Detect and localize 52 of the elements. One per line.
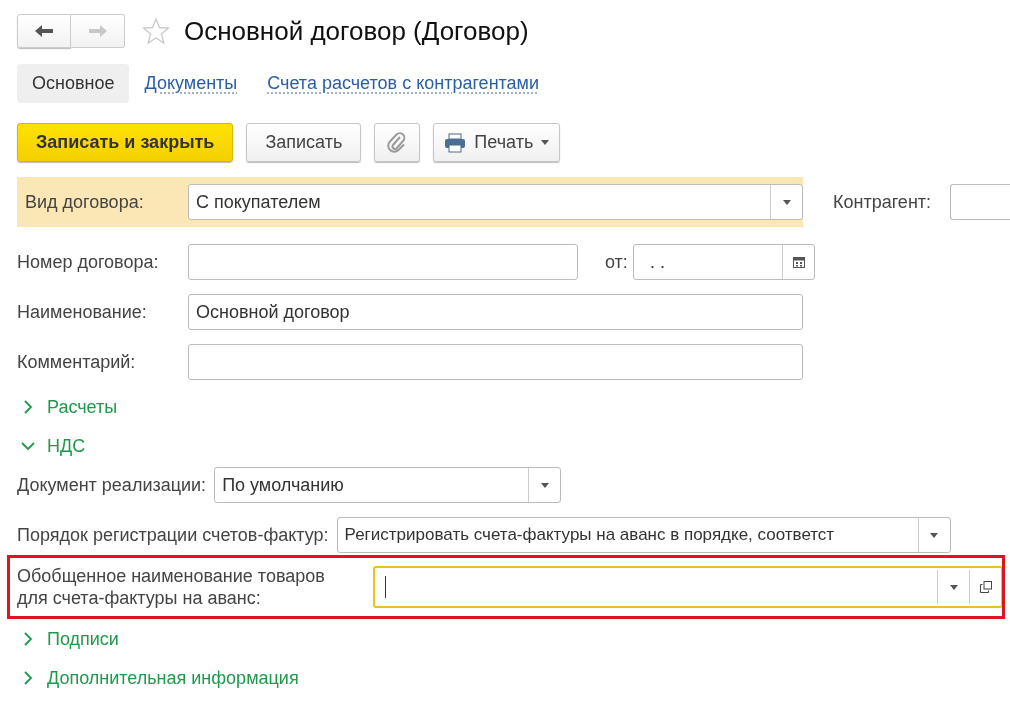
tab[interactable]: Основное xyxy=(17,63,130,103)
field-label: Комментарий: xyxy=(17,351,137,373)
calendar-icon xyxy=(792,256,805,268)
field-label: Контрагент: xyxy=(833,191,933,213)
attach-button[interactable] xyxy=(374,123,421,162)
chevron-right-icon xyxy=(21,400,35,414)
section-toggle[interactable]: Дополнительная информация xyxy=(17,663,1010,693)
paperclip-icon xyxy=(387,131,408,154)
caret-icon xyxy=(949,584,958,590)
caret-icon xyxy=(930,532,939,538)
printer-icon xyxy=(444,132,467,153)
number-field[interactable] xyxy=(188,244,578,280)
dropdown-field[interactable]: Регистрировать счета-фактуры на аванс в порядке, соответст xyxy=(336,517,951,553)
caret-icon xyxy=(782,199,791,205)
caret-icon xyxy=(541,140,550,145)
chevron-down-icon xyxy=(21,439,35,453)
section-toggle[interactable]: Подписи xyxy=(17,624,1010,654)
chevron-right-icon xyxy=(21,671,35,685)
field-value: Регистрировать счета-фактуры на аванс в порядке, соответст xyxy=(343,525,836,545)
field-value: . . xyxy=(649,251,666,273)
open-window-icon xyxy=(979,581,992,593)
window-title: Основной договор (Договор) xyxy=(184,15,529,47)
name-field[interactable]: Основной договор xyxy=(188,294,803,330)
field-label: Вид договора: xyxy=(24,191,145,213)
print-button[interactable]: Печать xyxy=(433,123,561,162)
section-toggle[interactable]: Расчеты xyxy=(17,392,1010,422)
contract-type-dropdown[interactable]: С покупателем xyxy=(188,184,803,220)
field-value: По умолчанию xyxy=(221,474,345,496)
field-value: С покупателем xyxy=(195,191,322,213)
field-label: Обобщенное наименование товаров для счета-фактуры на аванс: xyxy=(17,565,326,609)
section-toggle[interactable]: НДС xyxy=(17,431,1010,461)
save-and-close-button[interactable]: Записать и закрыть xyxy=(17,123,234,162)
save-button[interactable]: Записать xyxy=(246,123,362,162)
chevron-right-icon xyxy=(21,632,35,646)
comment-field[interactable] xyxy=(188,344,803,380)
field-value: Основной договор xyxy=(195,301,351,323)
back-button[interactable] xyxy=(17,14,71,48)
field-label: Документ реализации: xyxy=(17,474,207,496)
date-field[interactable]: . . xyxy=(633,244,815,280)
dropdown-field[interactable] xyxy=(373,566,1003,608)
counterparty-field[interactable] xyxy=(950,184,1010,220)
dropdown-field[interactable]: По умолчанию xyxy=(214,467,562,503)
field-label: Порядок регистрации счетов-фактур: xyxy=(17,524,329,546)
field-label: от: xyxy=(605,251,629,273)
tab[interactable]: Счета расчетов с контрагентами xyxy=(252,63,555,103)
caret-icon xyxy=(540,482,549,488)
field-label: Номер договора: xyxy=(17,251,160,273)
field-label: Наименование: xyxy=(17,301,148,323)
star-icon[interactable] xyxy=(142,17,170,45)
forward-arrow-icon xyxy=(87,24,108,38)
back-arrow-icon xyxy=(34,24,54,38)
tab[interactable]: Документы xyxy=(129,63,253,103)
